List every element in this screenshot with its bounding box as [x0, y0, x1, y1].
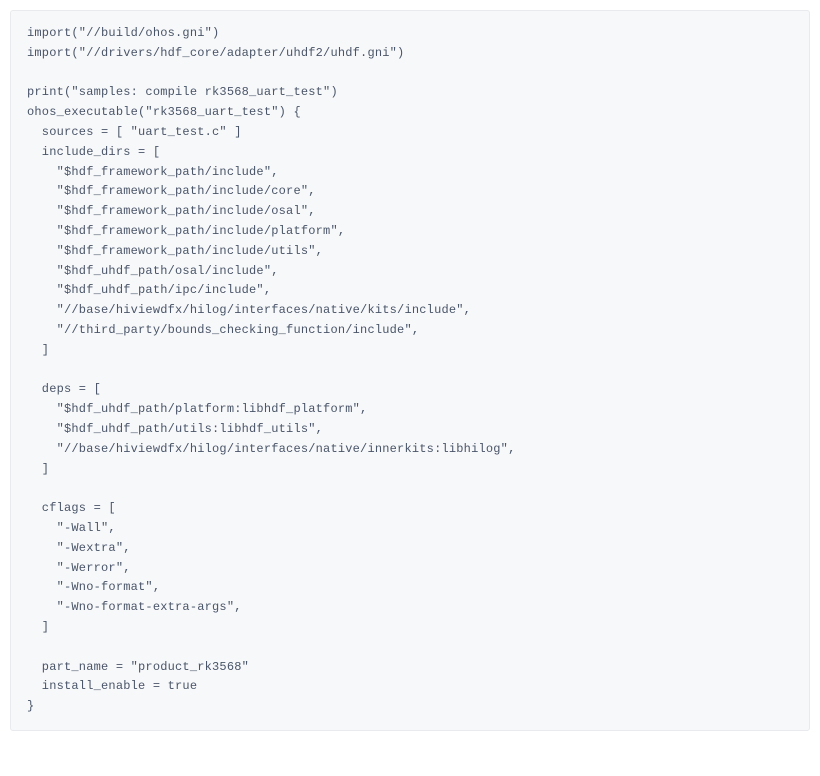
- code-block: import("//build/ohos.gni") import("//dri…: [10, 10, 810, 731]
- code-content: import("//build/ohos.gni") import("//dri…: [27, 26, 515, 713]
